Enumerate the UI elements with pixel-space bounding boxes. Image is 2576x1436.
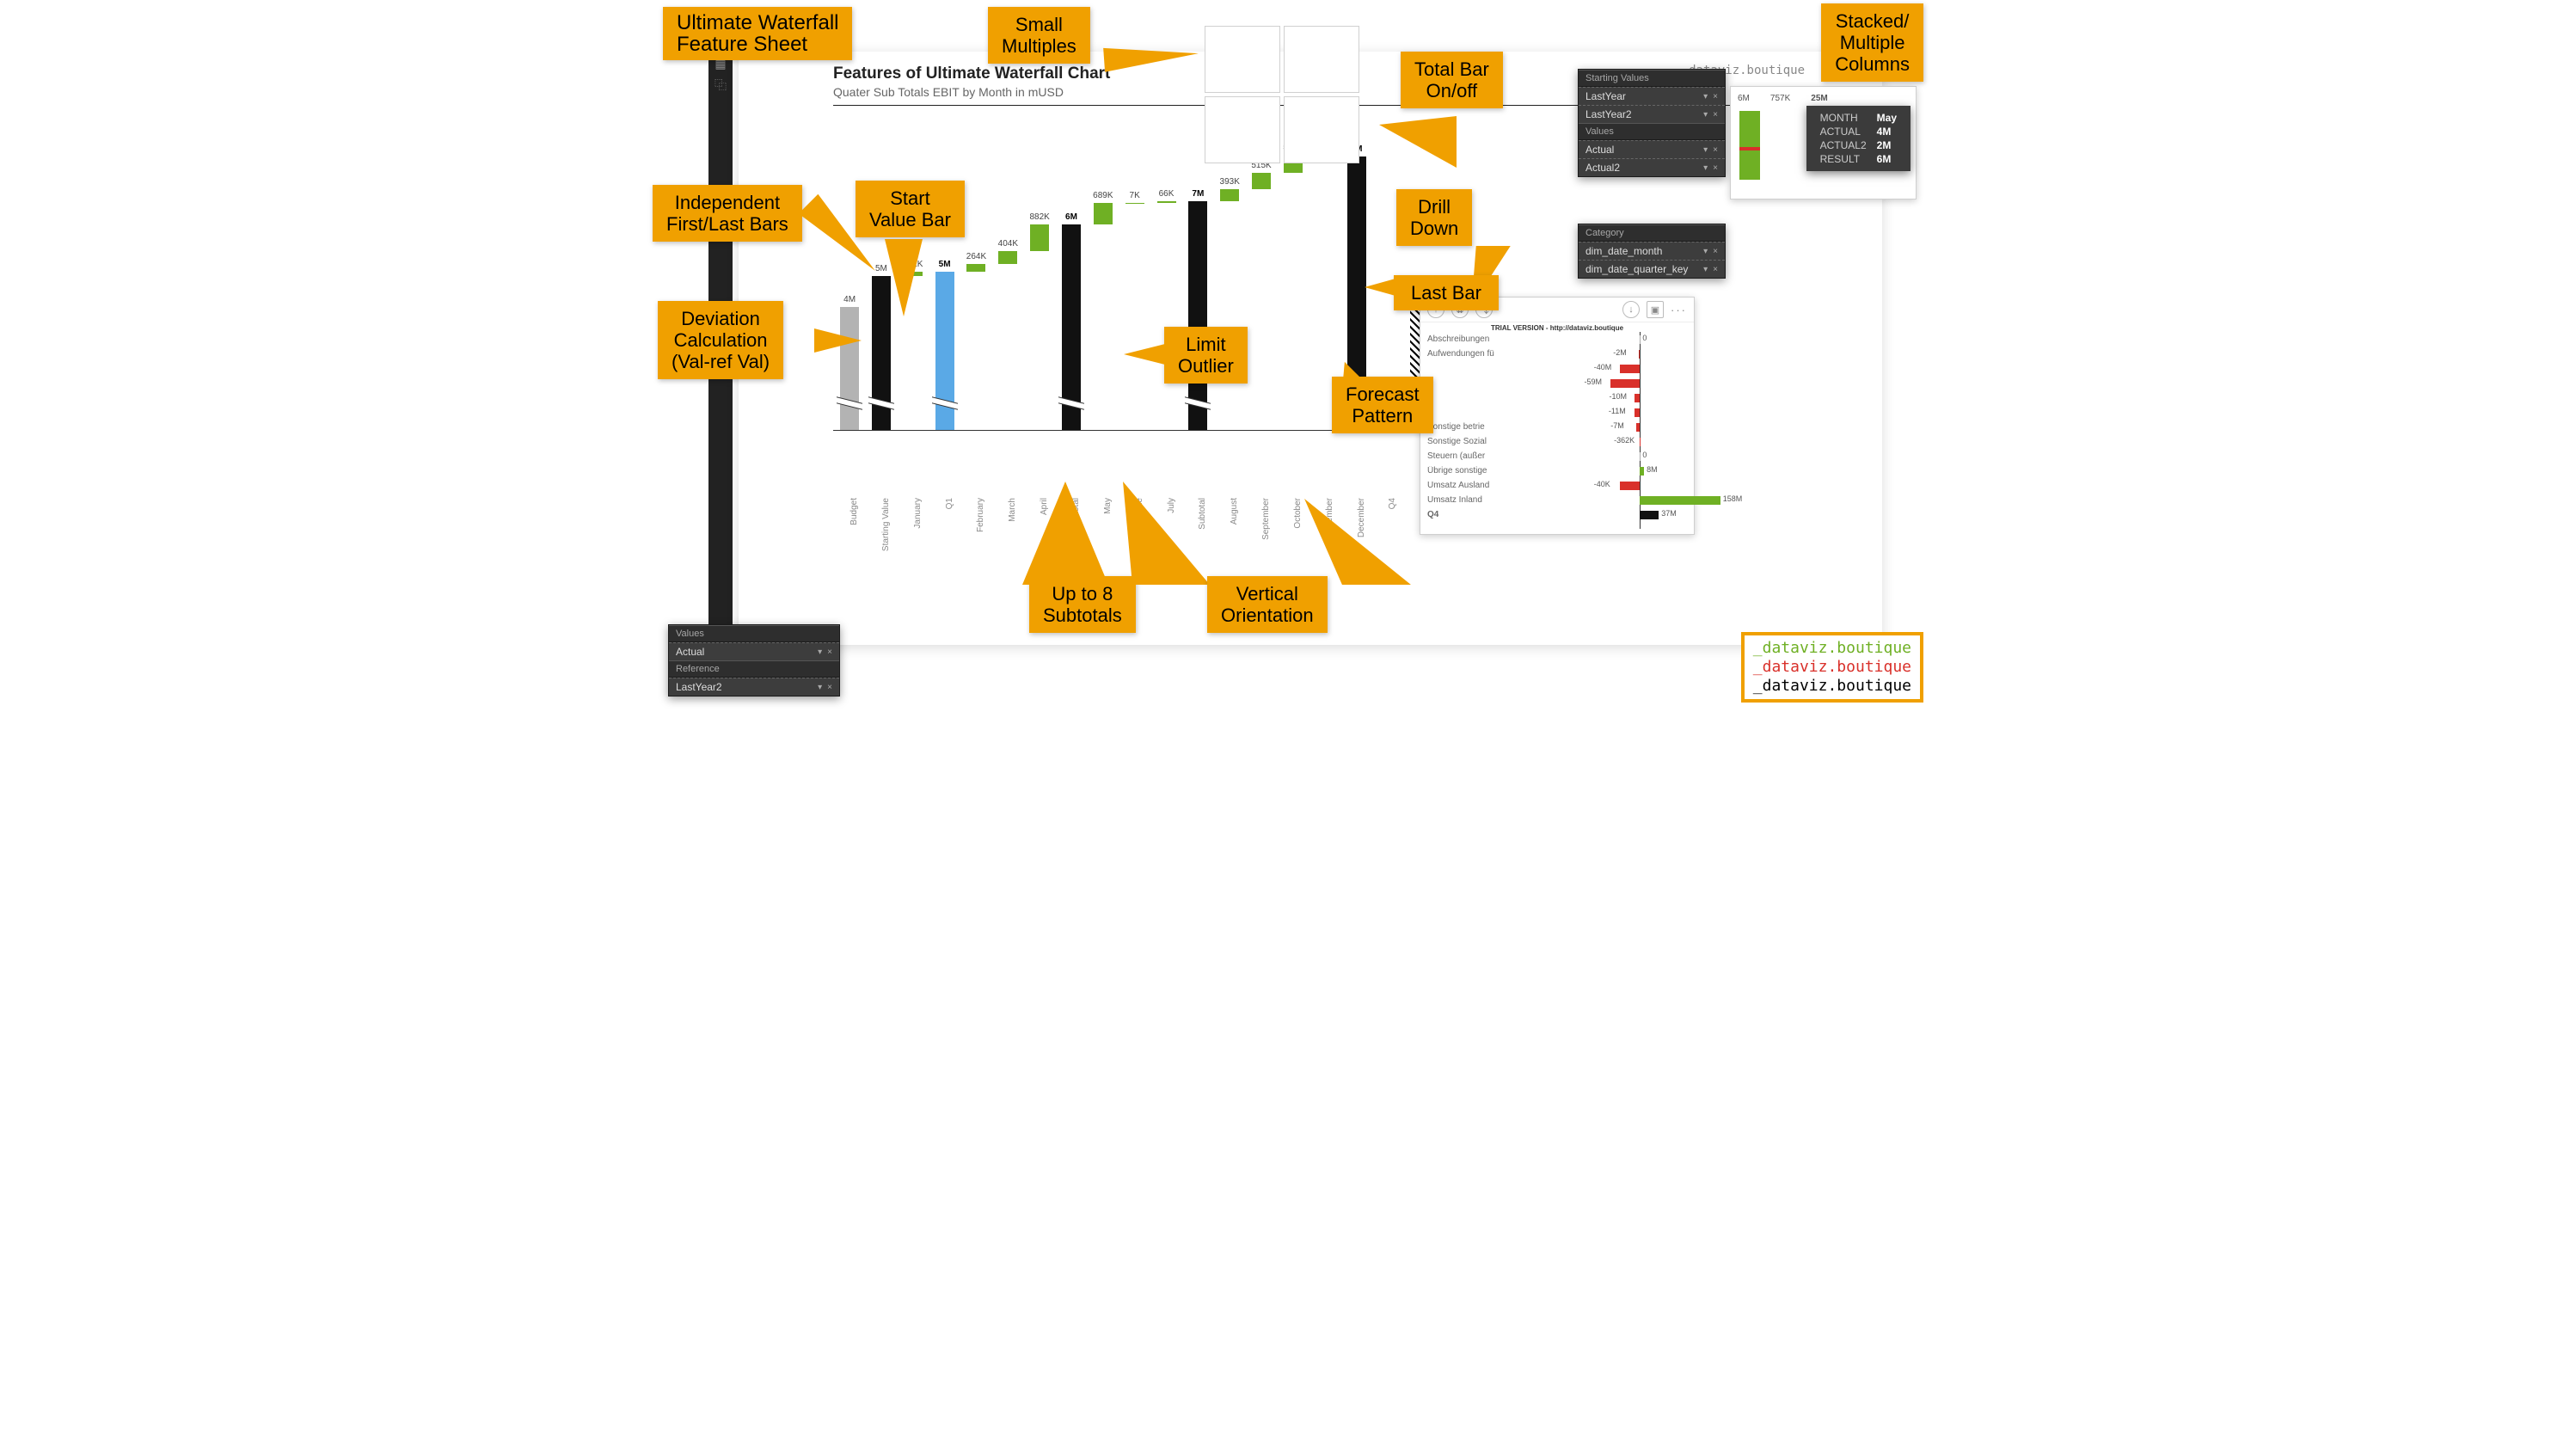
waterfall-bar[interactable]: 393K [1220, 189, 1239, 430]
x-tick: March [1008, 498, 1017, 522]
x-tick: February [976, 498, 985, 532]
well-starting-values-header: Starting Values [1579, 70, 1725, 87]
horiz-bar-row[interactable]: Steuern (außer0 [1427, 449, 1687, 463]
focus-icon[interactable]: ▣ [1647, 301, 1664, 318]
x-tick: September [1261, 498, 1271, 540]
waterfall-bar[interactable]: 7M [1188, 201, 1207, 430]
waterfall-bar[interactable]: 264K [966, 264, 985, 430]
horiz-bar-row[interactable]: Sonstige betrie-7M [1427, 420, 1687, 434]
x-tick: January [913, 498, 923, 529]
well-item[interactable]: LastYear▾× [1579, 87, 1725, 105]
chevron-down-icon: ▾ [1703, 92, 1708, 101]
horiz-bar-row[interactable]: Aufwendungen fü-2M [1427, 347, 1687, 361]
horiz-bar-row[interactable]: Übrige sonstige8M [1427, 463, 1687, 478]
callout-small-multiples: SmallMultiples [988, 7, 1090, 64]
waterfall-bar[interactable]: 515K [1252, 173, 1271, 430]
horiz-bar-row[interactable]: Q437M [1427, 507, 1687, 522]
field-well-category[interactable]: Category dim_date_month▾× dim_date_quart… [1578, 224, 1726, 279]
x-tick: Budget [849, 498, 859, 525]
remove-icon: × [1713, 92, 1718, 101]
waterfall-bar[interactable]: 7K [1125, 203, 1144, 430]
chart-header: Features of Ultimate Waterfall Chart Qua… [833, 64, 1110, 99]
stage: ▦ ⿻ Visualizations Fields Features of Ul… [644, 0, 1932, 718]
brand-frame: _dataviz.boutique _dataviz.boutique _dat… [1741, 632, 1923, 703]
well-reference-header: Reference [669, 660, 839, 678]
drilldown-visual[interactable]: ↑ ⇊ ⤵ ↓ ▣ ··· TRIAL VERSION - http://dat… [1420, 297, 1695, 535]
callout-drill-down: DrillDown [1396, 189, 1472, 246]
more-icon[interactable]: ··· [1671, 304, 1687, 316]
x-tick: Q1 [945, 498, 954, 509]
callout-independent-bars: IndependentFirst/Last Bars [653, 185, 802, 242]
x-tick: August [1230, 498, 1239, 525]
horiz-bar-row[interactable]: Umsatz Inland158M [1427, 493, 1687, 507]
horiz-bar-row[interactable]: Umsatz Ausland-40K [1427, 478, 1687, 493]
well-values-header: Values [1579, 123, 1725, 140]
x-tick: Subtotal [1198, 498, 1207, 530]
field-well-bottom[interactable]: Values Actual▾× Reference LastYear2▾× [668, 624, 840, 697]
small-multiples-thumb [1205, 26, 1359, 163]
well-item[interactable]: Actual▾× [669, 642, 839, 660]
horiz-bar-row[interactable]: Sonstige Sozial-362K [1427, 434, 1687, 449]
drill-toggle-icon[interactable]: ↓ [1622, 301, 1640, 318]
well-item[interactable]: LastYear2▾× [1579, 105, 1725, 123]
waterfall-bar[interactable]: 689K [1094, 203, 1113, 430]
callout-last-bar: Last Bar [1394, 275, 1499, 310]
chart-subtitle: Quater Sub Totals EBIT by Month in mUSD [833, 85, 1110, 99]
horiz-bar-row[interactable]: -11M [1427, 405, 1687, 420]
callout-vertical-orientation: VerticalOrientation [1207, 576, 1328, 633]
callout-stacked-columns: Stacked/MultipleColumns [1821, 3, 1923, 82]
well-item[interactable]: Actual2▾× [1579, 158, 1725, 176]
x-tick: Starting Value [881, 498, 891, 551]
x-tick: Q4 [1388, 498, 1397, 509]
waterfall-bar[interactable]: 581K [1284, 155, 1303, 430]
callout-start-value: StartValue Bar [856, 181, 965, 237]
horiz-bar-row[interactable]: -10M [1427, 390, 1687, 405]
horiz-bar-row[interactable]: -40M [1427, 361, 1687, 376]
field-well-main[interactable]: Starting Values LastYear▾× LastYear2▾× V… [1578, 69, 1726, 177]
chart-title: Features of Ultimate Waterfall Chart [833, 64, 1110, 83]
well-item[interactable]: dim_date_month▾× [1579, 242, 1725, 260]
callout-limit-outlier: LimitOutlier [1164, 327, 1248, 384]
horiz-bar-row[interactable]: Abschreibungen0 [1427, 332, 1687, 347]
well-item[interactable]: LastYear2▾× [669, 678, 839, 696]
waterfall-bar[interactable]: 66K [1157, 201, 1176, 430]
well-category-header: Category [1579, 224, 1725, 242]
callout-deviation-calc: DeviationCalculation(Val-ref Val) [658, 301, 783, 379]
waterfall-bar[interactable]: 5M [935, 272, 954, 430]
stacked-columns-thumb: 6M757K25M MONTHMayACTUAL4MACTUAL22MRESUL… [1730, 86, 1917, 199]
callout-title: Ultimate WaterfallFeature Sheet [663, 7, 852, 60]
model-icon[interactable]: ⿻ [708, 77, 733, 94]
waterfall-bar[interactable]: 6M [1062, 224, 1081, 430]
waterfall-bar[interactable]: 882K [1030, 224, 1049, 430]
waterfall-bar[interactable]: 404K [998, 251, 1017, 430]
well-values-header-2: Values [669, 625, 839, 642]
well-item[interactable]: dim_date_quarter_key▾× [1579, 260, 1725, 278]
horiz-bar-row[interactable]: -59M [1427, 376, 1687, 390]
waterfall-bar[interactable]: 4M [840, 307, 859, 430]
datapoint-tooltip: MONTHMayACTUAL4MACTUAL22MRESULT6M [1806, 106, 1911, 171]
well-item[interactable]: Actual▾× [1579, 140, 1725, 158]
callout-total-bar: Total BarOn/off [1401, 52, 1503, 108]
